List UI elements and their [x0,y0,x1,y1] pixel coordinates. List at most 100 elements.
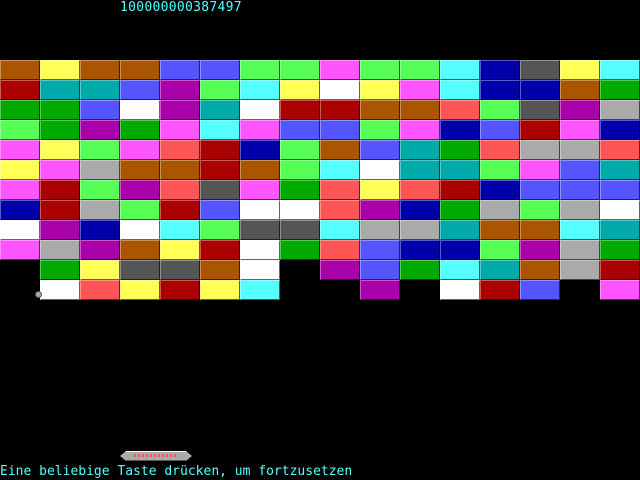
brick [200,220,240,240]
brick [400,120,440,140]
brick [200,100,240,120]
brick [480,220,520,240]
brick [560,240,600,260]
brick [600,200,640,220]
brick [240,120,280,140]
brick [0,180,40,200]
brick [80,100,120,120]
brick [440,140,480,160]
brick [440,120,480,140]
brick [240,60,280,80]
brick [40,80,80,100]
brick [160,100,200,120]
brick [40,220,80,240]
brick [80,120,120,140]
brick [600,220,640,240]
brick [40,280,80,300]
brick [600,120,640,140]
brick [440,60,480,80]
brick [240,100,280,120]
brick [160,220,200,240]
brick [560,220,600,240]
brick [80,60,120,80]
brick [200,260,240,280]
brick [440,100,480,120]
brick [480,60,520,80]
brick [280,240,320,260]
brick [600,80,640,100]
brick [0,140,40,160]
brick [400,260,440,280]
brick [520,60,560,80]
brick [600,140,640,160]
brick [360,160,400,180]
brick [80,140,120,160]
brick [440,160,480,180]
brick [440,280,480,300]
brick [600,240,640,260]
brick [320,240,360,260]
brick [320,60,360,80]
brick [280,120,320,140]
brick [80,260,120,280]
brick [600,60,640,80]
brick [400,60,440,80]
brick [160,120,200,140]
brick [120,140,160,160]
brick [240,280,280,300]
brick [400,100,440,120]
brick [360,280,400,300]
brick [520,200,560,220]
brick [200,160,240,180]
brick [320,140,360,160]
brick [360,260,400,280]
brick [320,80,360,100]
paddle-stripe [134,454,178,457]
brick [240,260,280,280]
brick [200,180,240,200]
brick [80,280,120,300]
brick [40,60,80,80]
brick [520,120,560,140]
brick [360,140,400,160]
brick [120,280,160,300]
brick [560,260,600,280]
brick [280,100,320,120]
brick [440,180,480,200]
brick [280,140,320,160]
brick [160,140,200,160]
brick [480,200,520,220]
brick [480,120,520,140]
brick [320,200,360,220]
brick [200,80,240,100]
brick [560,120,600,140]
brick [280,160,320,180]
brick [240,180,280,200]
game-screen[interactable]: 100000000387497 Eine beliebige Taste drü… [0,0,640,480]
brick [440,80,480,100]
brick [0,240,40,260]
brick [280,220,320,240]
brick [360,220,400,240]
brick [360,180,400,200]
brick [280,200,320,220]
brick [40,180,80,200]
brick [560,80,600,100]
brick [40,200,80,220]
brick [480,80,520,100]
paddle[interactable] [120,451,192,461]
brick [160,60,200,80]
brick [120,180,160,200]
brick [600,100,640,120]
brick [80,200,120,220]
brick [520,160,560,180]
brick [160,80,200,100]
brick [360,120,400,140]
brick [320,260,360,280]
brick [160,240,200,260]
brick [0,220,40,240]
brick [200,280,240,300]
score-counter: 100000000387497 [120,0,242,15]
brick [0,160,40,180]
brick [240,80,280,100]
